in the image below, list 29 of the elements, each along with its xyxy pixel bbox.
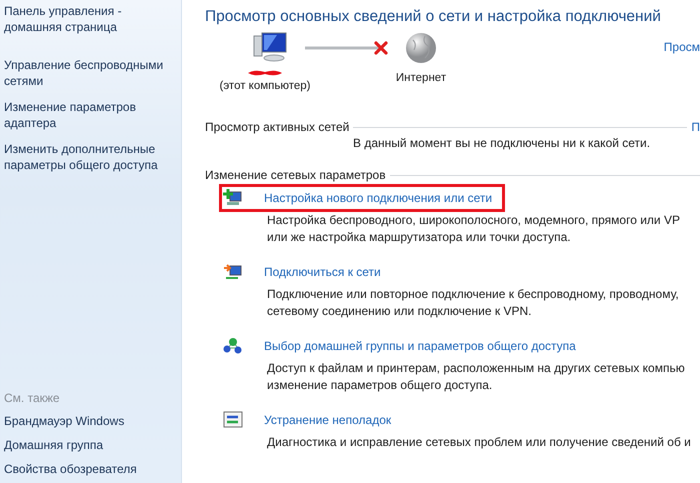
no-connection-message: В данный момент вы не подключены ни к какой сети. — [353, 136, 652, 150]
sidebar-link[interactable]: Изменение параметров адаптера — [4, 99, 174, 131]
network-plus-icon — [223, 188, 243, 208]
task-link[interactable]: Устранение неполадок — [264, 413, 392, 427]
full-map-link[interactable]: Просм — [664, 40, 700, 54]
task-description: Диагностика и исправление сетевых проблем или получение сведений об и — [267, 434, 692, 451]
see-also-link[interactable]: Брандмауэр Windows — [4, 413, 174, 429]
computer-label: (этот компьютер) — [219, 79, 310, 94]
task-link[interactable]: Подключиться к сети — [264, 265, 381, 279]
task-description: Доступ к файлам и принтерам, расположенным на других сетевых компью изменение параметров общего доступа. — [267, 360, 686, 394]
control-panel-home-link[interactable]: Панель управления - домашняя страница — [4, 3, 174, 35]
see-also-link[interactable]: Свойства обозревателя — [4, 461, 174, 477]
sidebar-link[interactable]: Изменить дополнительные параметры общего доступа — [4, 141, 174, 173]
troubleshoot-icon — [223, 410, 243, 430]
internet-label: Интернет — [396, 71, 446, 86]
see-also-link[interactable]: Домашняя группа — [4, 437, 174, 453]
see-also-heading: См. также — [4, 391, 61, 405]
globe-icon — [405, 32, 437, 64]
computer-icon — [253, 32, 287, 62]
page-title: Просмотр основных сведений о сети и настройка подключений — [205, 8, 662, 26]
task-description: Подключение или повторное подключение к беспроводному, проводному, сетевому соединению или подключение к VPN. — [267, 286, 680, 320]
side-link[interactable]: П — [691, 120, 700, 134]
section-heading: Изменение сетевых параметров — [205, 168, 386, 182]
task-description: Настройка беспроводного, широкополосного, модемного, прямого или VP или же настройка маршрутизатора или точки доступа. — [267, 212, 681, 246]
task-link[interactable]: Выбор домашней группы и параметров общего доступа — [264, 339, 576, 353]
section-heading: Просмотр активных сетей — [205, 120, 350, 134]
connected-nodes-icon — [223, 336, 243, 356]
sidebar-link[interactable]: Управление беспроводными сетями — [4, 57, 174, 89]
network-arrow-icon — [223, 262, 243, 282]
